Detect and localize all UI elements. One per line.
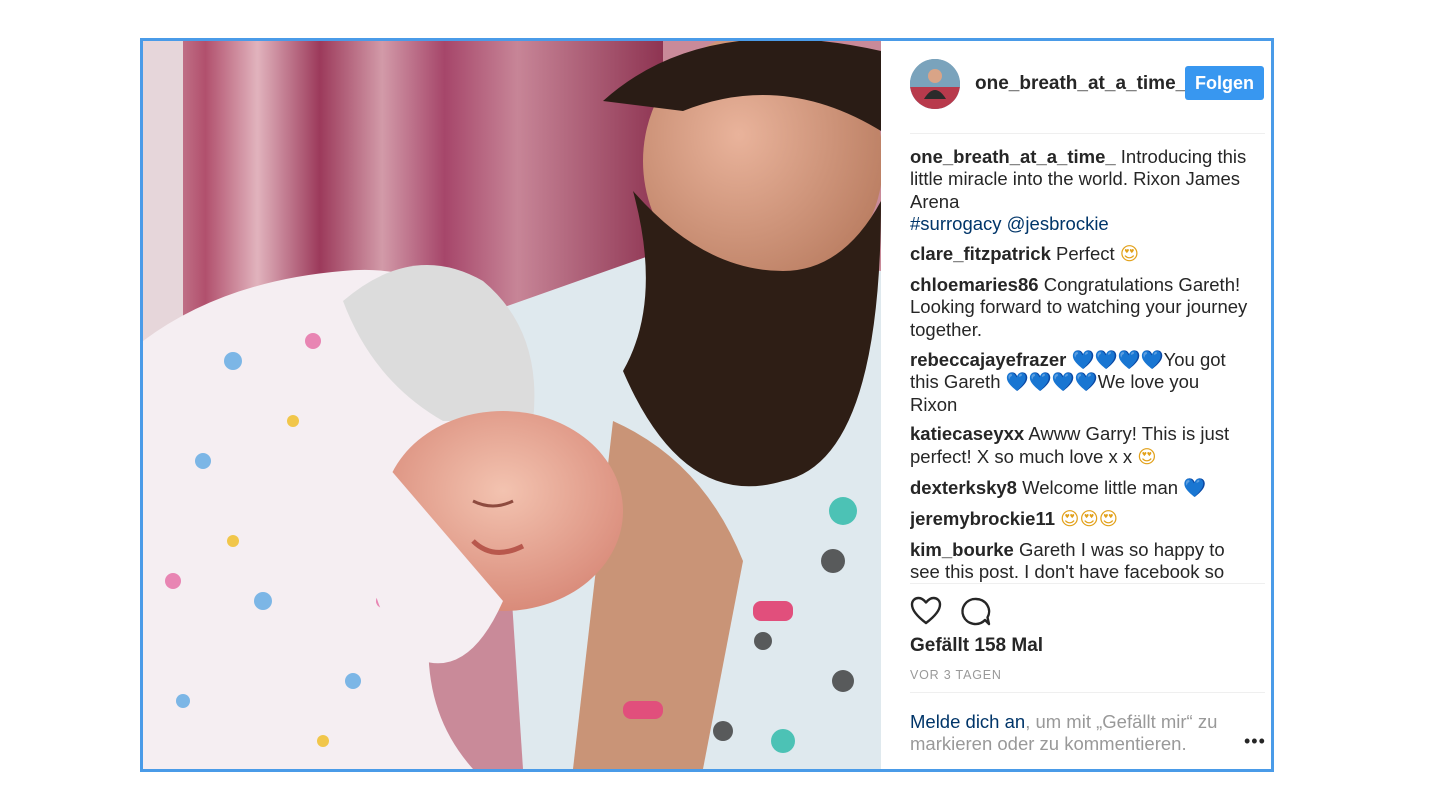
post-photo[interactable] — [143, 41, 881, 769]
login-prompt: Melde dich an, um mit „Gefällt mir“ zu m… — [910, 711, 1240, 756]
divider — [910, 133, 1265, 134]
comment-text: Welcome little man — [1016, 476, 1184, 498]
avatar-image — [910, 59, 960, 109]
list-item: katiecaseyxx Awww Garry! This is just pe… — [910, 423, 1248, 469]
comment-username[interactable]: dexterksky8 — [910, 477, 1017, 498]
post-header: one_breath_at_a_time_ Folgen — [910, 59, 1265, 115]
list-item: kim_bourke Gareth I was so happy to see … — [910, 539, 1248, 583]
post-image-illustration — [143, 41, 881, 769]
comment-username[interactable]: clare_fitzpatrick — [910, 243, 1051, 264]
smiley-heart-eyes-icon: 😍😍😍 — [1060, 508, 1119, 530]
comment-username[interactable]: kim_bourke — [910, 539, 1014, 560]
divider — [910, 583, 1265, 584]
list-item: chloemaries86 Congratulations Gareth! Lo… — [910, 274, 1248, 341]
smiley-heart-eyes-icon: 😍 — [1137, 446, 1157, 468]
more-options-icon[interactable]: ••• — [1244, 731, 1266, 752]
post-timestamp: VOR 3 TAGEN — [910, 668, 1002, 682]
heart-icon[interactable] — [910, 596, 942, 626]
caption-username[interactable]: one_breath_at_a_time_ — [910, 146, 1116, 167]
comments-list: one_breath_at_a_time_ Introducing this l… — [910, 146, 1248, 583]
blue-heart-icon: 💙 — [1183, 477, 1207, 499]
caption-tags[interactable]: #surrogacy @jesbrockie — [910, 213, 1109, 234]
list-item: rebeccajayefrazer 💙💙💙💙You got this Garet… — [910, 349, 1248, 416]
smiley-heart-eyes-icon: 😍 — [1119, 244, 1140, 266]
post-sidebar: one_breath_at_a_time_ Folgen one_breath_… — [881, 41, 1271, 769]
caption: one_breath_at_a_time_ Introducing this l… — [910, 146, 1248, 236]
comment-text: Perfect — [1050, 243, 1120, 265]
divider — [910, 692, 1265, 693]
likes-count[interactable]: Gefällt 158 Mal — [910, 635, 1043, 657]
login-link[interactable]: Melde dich an — [910, 711, 1025, 732]
list-item: jeremybrockie11 😍😍😍 — [910, 508, 1248, 531]
avatar[interactable] — [910, 59, 960, 109]
comment-username[interactable]: jeremybrockie11 — [910, 508, 1055, 529]
comment-username[interactable]: chloemaries86 — [910, 274, 1039, 295]
comment-username[interactable]: katiecaseyxx — [910, 423, 1024, 444]
comment-icon[interactable] — [960, 596, 992, 628]
post-actions — [910, 596, 1010, 628]
list-item: clare_fitzpatrick Perfect 😍 — [910, 243, 1248, 266]
follow-button[interactable]: Folgen — [1185, 66, 1264, 100]
list-item: dexterksky8 Welcome little man 💙 — [910, 477, 1248, 500]
comment-username[interactable]: rebeccajayefrazer — [910, 349, 1066, 370]
instagram-embed: one_breath_at_a_time_ Folgen one_breath_… — [140, 38, 1274, 772]
username[interactable]: one_breath_at_a_time_ — [975, 73, 1186, 95]
